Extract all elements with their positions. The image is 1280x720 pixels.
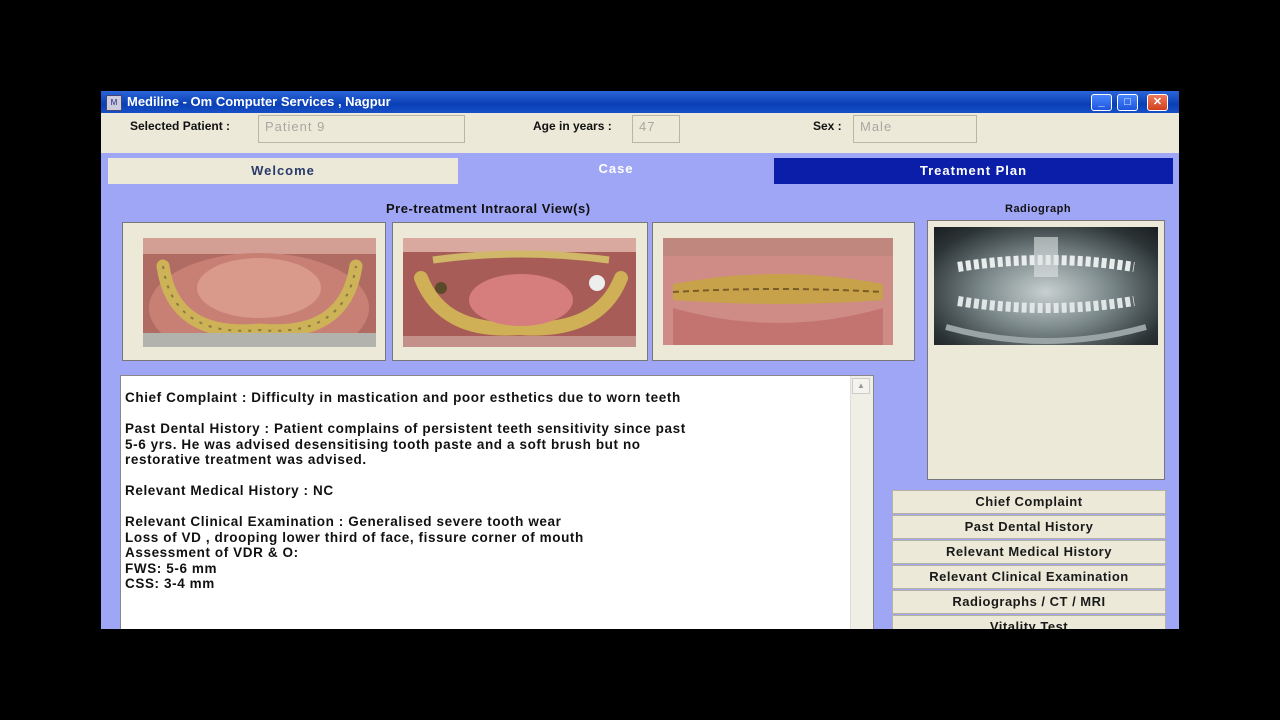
selected-patient-field[interactable]: Patient 9 — [258, 115, 465, 143]
notes-scrollbar[interactable]: ▲ — [850, 376, 873, 629]
app-icon[interactable]: M — [106, 95, 122, 111]
case-notes-textarea[interactable]: Chief Complaint : Difficulty in masticat… — [120, 375, 874, 629]
radiographs-ct-mri-button[interactable]: Radiographs / CT / MRI — [892, 590, 1166, 614]
age-field[interactable]: 47 — [632, 115, 680, 143]
app-window: M Mediline - Om Computer Services , Nagp… — [101, 91, 1179, 629]
selected-patient-label: Selected Patient : — [130, 119, 231, 133]
relevant-clinical-examination-button[interactable]: Relevant Clinical Examination — [892, 565, 1166, 589]
case-notes-text: Chief Complaint : Difficulty in masticat… — [125, 390, 686, 591]
sex-field[interactable]: Male — [853, 115, 977, 143]
sex-label: Sex : — [813, 119, 842, 133]
intraoral-photo-2 — [403, 238, 636, 347]
relevant-medical-history-button[interactable]: Relevant Medical History — [892, 540, 1166, 564]
age-label: Age in years : — [533, 119, 612, 133]
intraoral-photo-1 — [143, 238, 376, 347]
radiograph-panel[interactable] — [927, 220, 1165, 480]
radiograph-title: Radiograph — [1005, 203, 1072, 215]
radiograph-image — [934, 227, 1158, 345]
intraoral-photo-3 — [663, 238, 893, 345]
tab-treatment-plan[interactable]: Treatment Plan — [774, 158, 1173, 184]
minimize-button[interactable]: _ — [1091, 94, 1112, 111]
intraoral-photo-frame-3[interactable] — [652, 222, 915, 361]
title-bar[interactable]: M Mediline - Om Computer Services , Nagp… — [101, 91, 1179, 113]
close-button[interactable]: ✕ — [1147, 94, 1168, 111]
intraoral-photo-frame-1[interactable] — [122, 222, 386, 361]
tab-welcome[interactable]: Welcome — [108, 158, 458, 184]
chief-complaint-button[interactable]: Chief Complaint — [892, 490, 1166, 514]
scroll-up-arrow-icon[interactable]: ▲ — [852, 378, 870, 394]
tab-case[interactable]: Case — [458, 158, 774, 184]
maximize-button[interactable]: □ — [1117, 94, 1138, 111]
intraoral-photo-frame-2[interactable] — [392, 222, 648, 361]
vitality-test-button[interactable]: Vitality Test — [892, 615, 1166, 629]
intraoral-view-title: Pre-treatment Intraoral View(s) — [386, 201, 591, 216]
patient-info-bar: Selected Patient : Patient 9 Age in year… — [101, 113, 1179, 153]
past-dental-history-button[interactable]: Past Dental History — [892, 515, 1166, 539]
window-title: Mediline - Om Computer Services , Nagpur — [127, 94, 391, 109]
